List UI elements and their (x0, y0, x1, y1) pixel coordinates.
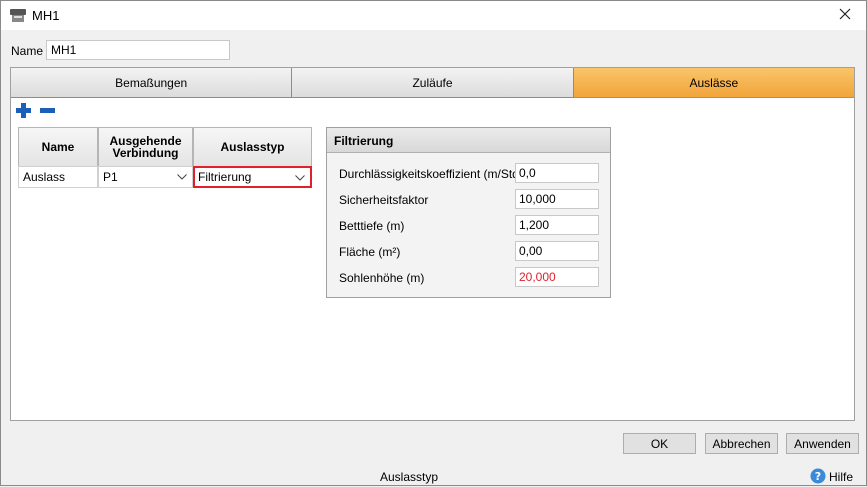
chevron-down-icon[interactable] (292, 170, 308, 186)
tab-zulaeufe[interactable]: Zuläufe (292, 68, 574, 98)
svg-text:?: ? (815, 470, 821, 483)
field-label-area: Fläche (m²) (339, 245, 401, 259)
field-label-bed-depth: Betttiefe (m) (339, 219, 405, 233)
field-input-invert-elevation[interactable]: 20,000 (515, 267, 599, 287)
filter-properties-panel: Filtrierung Durchlässigkeitskoeffizient … (326, 127, 611, 298)
close-icon (839, 8, 851, 23)
filter-panel-title: Filtrierung (327, 128, 610, 153)
tab-auslaesse[interactable]: Auslässe (573, 68, 854, 98)
grid-header-connection: Ausgehende Verbindung (98, 127, 193, 167)
field-input-bed-depth[interactable]: 1,200 (515, 215, 599, 235)
help-icon[interactable]: ? (810, 468, 826, 484)
grid-header-name: Name (18, 127, 98, 167)
status-text: Auslasstyp (380, 470, 439, 484)
cell-type-value: Filtrierung (198, 170, 252, 184)
tab-panel: Bemaßungen Zuläufe Auslässe Name Ausgehe… (10, 67, 855, 421)
field-label-safety-factor: Sicherheitsfaktor (339, 193, 429, 207)
grid-header: Name Ausgehende Verbindung Auslasstyp (18, 127, 312, 167)
manhole-app-icon (9, 7, 27, 23)
tab-bemassungen[interactable]: Bemaßungen (11, 68, 293, 98)
field-input-permeability[interactable]: 0,0 (515, 163, 599, 183)
dialog-window: MH1 Name MH1 Bemaßungen Zuläufe Auslässe (0, 0, 867, 486)
apply-button[interactable]: Anwenden (786, 433, 859, 454)
close-button[interactable] (824, 1, 866, 30)
help-link[interactable]: Hilfe (829, 470, 853, 484)
tab-strip: Bemaßungen Zuläufe Auslässe (11, 68, 854, 98)
cancel-button[interactable]: Abbrechen (705, 433, 778, 454)
cell-connection-value: P1 (103, 170, 118, 184)
plus-icon[interactable] (15, 102, 32, 119)
cell-name[interactable]: Auslass (18, 166, 98, 188)
window-title: MH1 (32, 8, 60, 23)
cell-connection-select[interactable]: P1 (98, 166, 193, 188)
chevron-down-icon[interactable] (174, 169, 190, 185)
ok-button[interactable]: OK (623, 433, 696, 454)
name-label: Name (11, 44, 44, 58)
minus-icon[interactable] (39, 102, 56, 119)
field-input-area[interactable]: 0,00 (515, 241, 599, 261)
cell-type-select[interactable]: Filtrierung (193, 166, 312, 188)
field-input-safety-factor[interactable]: 10,000 (515, 189, 599, 209)
grid-header-type: Auslasstyp (193, 127, 312, 167)
table-row: Auslass P1 Filtrierung (18, 166, 312, 188)
name-input[interactable]: MH1 (46, 40, 230, 60)
title-bar: MH1 (1, 1, 866, 30)
field-label-permeability: Durchlässigkeitskoeffizient (m/Std.) (339, 167, 527, 181)
field-label-invert-elevation: Sohlenhöhe (m) (339, 271, 425, 285)
